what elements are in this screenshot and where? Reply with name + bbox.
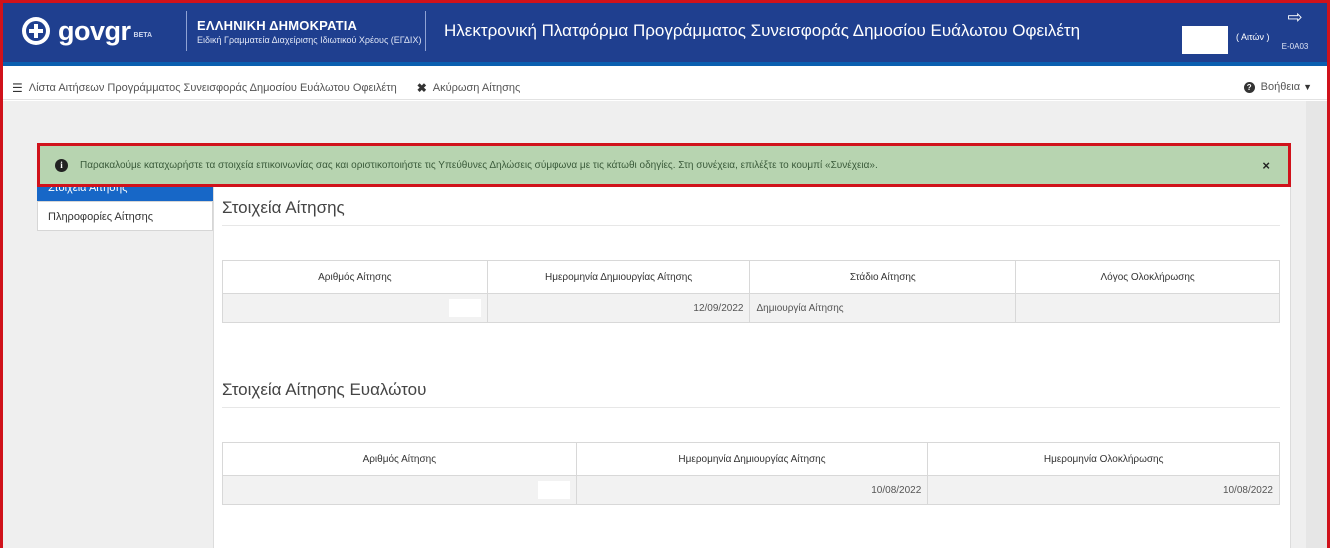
main-panel: Στοιχεία Αίτησης Αριθμός Αίτησης Ημερομη… bbox=[213, 173, 1291, 548]
beta-badge: BETA bbox=[133, 31, 153, 39]
logout-code: E-0A03 bbox=[1281, 42, 1309, 51]
column-header: Ημερομηνία Ολοκλήρωσης bbox=[927, 442, 1280, 476]
section-title-vulnerable: Στοιχεία Αίτησης Ευαλώτου bbox=[222, 380, 427, 399]
column-header: Ημερομηνία Δημιουργίας Αίτησης bbox=[575, 442, 929, 476]
column-header: Λόγος Ολοκλήρωσης bbox=[1015, 260, 1280, 294]
top-header: govgr BETA ΕΛΛΗΝΙΚΗ ΔΗΜΟΚΡΑΤΙΑ Ειδική Γρ… bbox=[0, 0, 1330, 66]
breadcrumb-list-link[interactable]: Λίστα Αιτήσεων Προγράμματος Συνεισφοράς … bbox=[29, 82, 397, 94]
cancel-application-link[interactable]: ✖ Ακύρωση Αίτησης bbox=[417, 81, 521, 95]
creation-date-cell: 10/08/2022 bbox=[575, 475, 929, 505]
info-alert: i Παρακαλούμε καταχωρήστε τα στοιχεία επ… bbox=[37, 143, 1291, 187]
logo-text: govgr bbox=[58, 15, 131, 46]
info-icon: i bbox=[55, 158, 68, 172]
chevron-down-icon: ▼ bbox=[1303, 82, 1312, 92]
close-alert-button[interactable]: × bbox=[1262, 158, 1270, 173]
redacted-value bbox=[537, 481, 570, 499]
redacted-value bbox=[448, 299, 481, 317]
table-row: 10/08/2022 10/08/2022 bbox=[222, 475, 1280, 505]
column-header: Ημερομηνία Δημιουργίας Αίτησης bbox=[486, 260, 751, 294]
breadcrumb: ☰ Λίστα Αιτήσεων Προγράμματος Συνεισφορά… bbox=[0, 76, 1330, 100]
org-subtitle: Ειδική Γραμματεία Διαχείρισης Ιδιωτικού … bbox=[197, 34, 422, 45]
stage-cell: Δημιουργία Αίτησης bbox=[749, 293, 1017, 323]
column-header: Στάδιο Αίτησης bbox=[749, 260, 1017, 294]
help-dropdown[interactable]: ? Βοήθεια ▼ bbox=[1243, 81, 1312, 93]
section-title-application: Στοιχεία Αίτησης bbox=[222, 198, 345, 217]
creation-date-cell: 12/09/2022 bbox=[486, 293, 751, 323]
section-divider bbox=[222, 225, 1280, 226]
header-divider bbox=[186, 11, 187, 51]
govgr-logo[interactable]: govgr BETA bbox=[22, 16, 172, 47]
logout-icon: ⇨ bbox=[1287, 7, 1303, 27]
question-icon: ? bbox=[1243, 81, 1255, 93]
completion-date-cell: 10/08/2022 bbox=[927, 475, 1280, 505]
application-number-cell bbox=[222, 293, 488, 323]
application-table: Αριθμός Αίτησης Ημερομηνία Δημιουργίας Α… bbox=[222, 260, 1280, 323]
platform-title: Ηλεκτρονική Πλατφόρμα Προγράμματος Συνει… bbox=[444, 21, 1081, 40]
header-divider-2 bbox=[425, 11, 426, 51]
vulnerable-application-table: Αριθμός Αίτησης Ημερομηνία Δημιουργίας Α… bbox=[222, 442, 1280, 505]
greek-emblem-icon bbox=[22, 17, 50, 45]
column-header: Αριθμός Αίτησης bbox=[222, 442, 577, 476]
close-icon: ✖ bbox=[416, 80, 427, 95]
alert-message: Παρακαλούμε καταχωρήστε τα στοιχεία επικ… bbox=[80, 159, 878, 171]
help-label: Βοήθεια bbox=[1260, 81, 1301, 93]
cancel-application-label: Ακύρωση Αίτησης bbox=[432, 81, 521, 94]
scrollbar-track[interactable] bbox=[1306, 101, 1327, 548]
sidebar-item-application-info[interactable]: Πληροφορίες Αίτησης bbox=[37, 201, 213, 231]
user-name-redacted bbox=[1182, 26, 1228, 54]
user-role: ( Αιτών ) bbox=[1236, 32, 1270, 42]
application-number-cell bbox=[222, 475, 577, 505]
section-divider bbox=[222, 407, 1280, 408]
organization-block: ΕΛΛΗΝΙΚΗ ΔΗΜΟΚΡΑΤΙΑ Ειδική Γραμματεία Δι… bbox=[197, 18, 425, 45]
table-row: 12/09/2022 Δημιουργία Αίτησης bbox=[222, 293, 1280, 323]
logout-button[interactable]: ⇨ E-0A03 bbox=[1279, 6, 1311, 51]
column-header: Αριθμός Αίτησης bbox=[222, 260, 488, 294]
list-icon: ☰ bbox=[12, 80, 23, 95]
completion-reason-cell bbox=[1015, 293, 1280, 323]
org-title: ΕΛΛΗΝΙΚΗ ΔΗΜΟΚΡΑΤΙΑ bbox=[197, 17, 358, 33]
